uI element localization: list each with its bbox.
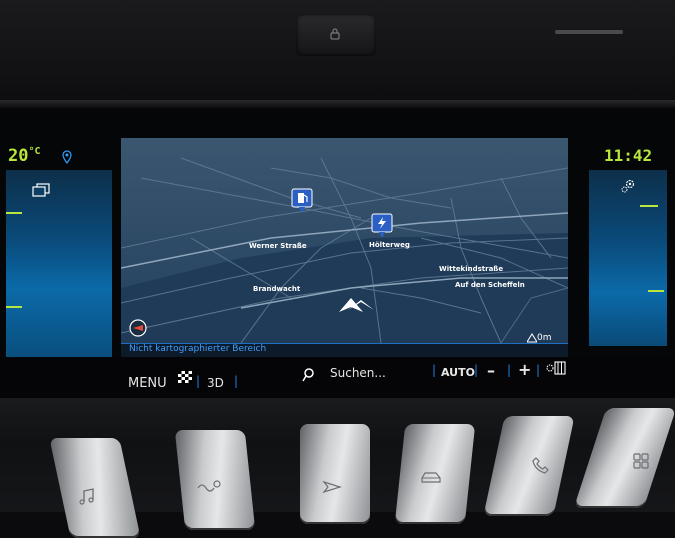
toolbar-separator: | — [507, 363, 512, 377]
left-side-panel[interactable] — [6, 170, 112, 368]
navigation-arrow-icon — [322, 480, 342, 494]
left-panel-indicator — [6, 306, 22, 308]
lock-icon — [330, 28, 340, 40]
map-roads — [121, 138, 568, 343]
dashboard-edge — [0, 100, 675, 108]
navigation-key[interactable] — [300, 424, 370, 524]
zoom-in-button[interactable]: + — [518, 360, 531, 379]
auto-zoom-button[interactable]: AUTO — [441, 366, 475, 379]
view-3d-button[interactable]: 3D — [207, 376, 224, 390]
menu-button[interactable]: MENU — [128, 376, 167, 391]
car-icon — [421, 472, 441, 483]
right-panel-indicator — [648, 290, 664, 292]
right-side-panel[interactable] — [589, 170, 667, 346]
toolbar-separator: | — [432, 363, 437, 377]
music-note-icon — [79, 488, 94, 505]
street-label: Wittekindstraße — [439, 265, 504, 273]
map-status-text: Nicht kartographierter Bereich — [129, 344, 267, 354]
search-button[interactable]: Suchen... — [330, 366, 386, 380]
outside-temperature: 20°C — [8, 146, 41, 166]
dashboard-trim-strip — [555, 30, 623, 34]
toolbar-separator: | — [474, 363, 479, 377]
charging-station-icon[interactable] — [371, 213, 393, 239]
apps-grid-icon — [633, 453, 649, 469]
clock: 11:42 — [604, 146, 653, 165]
right-panel-indicator — [640, 205, 658, 207]
compass-icon[interactable] — [129, 319, 147, 337]
toolbar-separator: | — [234, 374, 239, 388]
windows-stack-icon[interactable] — [32, 183, 50, 197]
street-label: Hölterweg — [369, 241, 410, 249]
scale-icon — [527, 333, 537, 343]
toolbar-separator: | — [536, 363, 541, 377]
street-label: Werner Straße — [249, 242, 307, 250]
navigation-map[interactable]: Werner Straße Hölterweg Wittekindstraße … — [121, 138, 568, 343]
map-settings-icon[interactable] — [545, 360, 567, 376]
climate-icon — [197, 480, 221, 492]
map-scale: 0m — [537, 333, 552, 343]
toolbar-separator: | — [196, 374, 201, 388]
gear-icon[interactable] — [620, 178, 636, 194]
left-panel-indicator — [6, 212, 22, 214]
zoom-out-button[interactable]: – — [487, 361, 495, 380]
fuel-station-icon[interactable] — [291, 188, 313, 214]
phone-icon — [532, 457, 549, 474]
street-label: Auf den Scheffeln — [455, 281, 525, 289]
street-label: Brandwacht — [253, 285, 301, 293]
search-icon[interactable] — [302, 368, 314, 382]
location-pin-icon — [62, 150, 72, 164]
checkered-flag-icon[interactable] — [177, 370, 193, 384]
